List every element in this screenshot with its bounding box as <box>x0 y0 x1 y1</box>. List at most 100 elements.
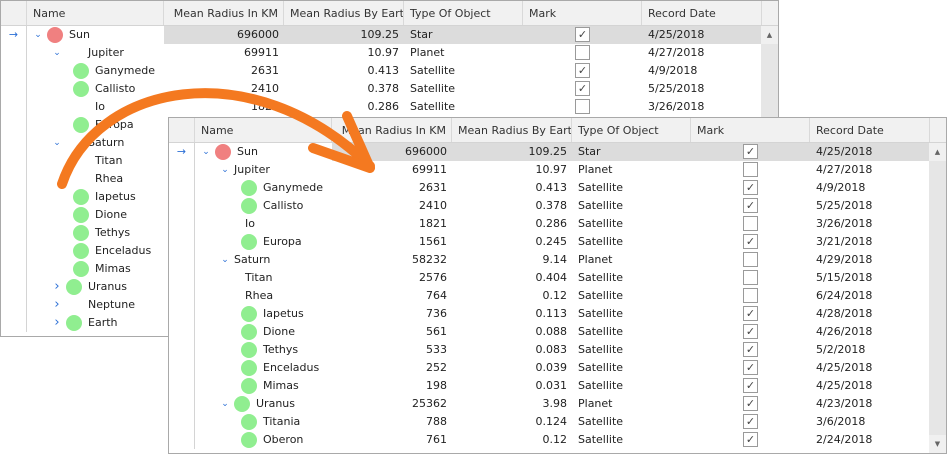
name-cell[interactable]: Titania <box>195 413 332 431</box>
table-row[interactable]: ⌄ Saturn 58232 9.14 Planet 4/29/2018 <box>169 251 946 269</box>
type-cell[interactable]: Satellite <box>572 323 691 341</box>
record-date-cell[interactable]: 4/25/2018 <box>642 26 762 44</box>
scroll-up-icon[interactable]: ▲ <box>761 26 778 44</box>
radius-earth-cell[interactable]: 0.12 <box>452 431 572 449</box>
radius-km-cell[interactable]: 2631 <box>332 179 452 197</box>
radius-km-cell[interactable]: 69911 <box>332 161 452 179</box>
record-date-cell[interactable]: 3/26/2018 <box>642 98 762 116</box>
radius-km-cell[interactable]: 1821 <box>164 98 284 116</box>
radius-km-cell[interactable]: 788 <box>332 413 452 431</box>
mark-checkbox[interactable]: ✓ <box>575 63 590 78</box>
column-header-name[interactable]: Name <box>27 1 164 25</box>
name-cell[interactable]: Dione <box>27 206 164 224</box>
table-row[interactable]: Io 1821 0.286 Satellite 3/26/2018 <box>1 98 778 116</box>
radius-earth-cell[interactable]: 0.031 <box>452 377 572 395</box>
radius-earth-cell[interactable]: 9.14 <box>452 251 572 269</box>
name-cell[interactable]: › Uranus <box>27 278 164 296</box>
radius-earth-cell[interactable]: 109.25 <box>284 26 404 44</box>
type-cell[interactable]: Satellite <box>572 341 691 359</box>
column-header-km[interactable]: Mean Radius In KM <box>332 118 452 142</box>
type-cell[interactable]: Satellite <box>572 179 691 197</box>
radius-earth-cell[interactable]: 0.088 <box>452 323 572 341</box>
table-row[interactable]: Callisto 2410 0.378 Satellite ✓ 5/25/2018 <box>1 80 778 98</box>
type-cell[interactable]: Star <box>404 26 523 44</box>
table-row[interactable]: ⌄ Uranus 25362 3.98 Planet ✓ 4/23/2018 <box>169 395 946 413</box>
radius-earth-cell[interactable]: 0.378 <box>452 197 572 215</box>
radius-earth-cell[interactable]: 0.286 <box>452 215 572 233</box>
record-date-cell[interactable]: 4/27/2018 <box>642 44 762 62</box>
radius-earth-cell[interactable]: 0.12 <box>452 287 572 305</box>
radius-km-cell[interactable]: 252 <box>332 359 452 377</box>
radius-earth-cell[interactable]: 3.98 <box>452 395 572 413</box>
name-cell[interactable]: Rhea <box>195 287 332 305</box>
table-row[interactable]: ⌄ Jupiter 69911 10.97 Planet 4/27/2018 <box>169 161 946 179</box>
radius-km-cell[interactable]: 561 <box>332 323 452 341</box>
record-date-cell[interactable]: 5/15/2018 <box>810 269 930 287</box>
table-row[interactable]: Iapetus 736 0.113 Satellite ✓ 4/28/2018 <box>169 305 946 323</box>
table-row[interactable]: Enceladus 252 0.039 Satellite ✓ 4/25/2018 <box>169 359 946 377</box>
mark-checkbox[interactable]: ✓ <box>575 81 590 96</box>
type-cell[interactable]: Planet <box>572 395 691 413</box>
name-cell[interactable]: ⌄ Jupiter <box>27 44 164 62</box>
chevron-down-icon[interactable]: ⌄ <box>52 44 62 62</box>
record-date-cell[interactable]: 5/2/2018 <box>810 341 930 359</box>
record-date-cell[interactable]: 4/29/2018 <box>810 251 930 269</box>
radius-km-cell[interactable]: 69911 <box>164 44 284 62</box>
column-header-mark[interactable]: Mark <box>691 118 810 142</box>
record-date-cell[interactable]: 4/27/2018 <box>810 161 930 179</box>
column-header-date[interactable]: Record Date <box>642 1 762 25</box>
record-date-cell[interactable]: 3/6/2018 <box>810 413 930 431</box>
chevron-down-icon[interactable]: ⌄ <box>201 143 211 161</box>
type-cell[interactable]: Planet <box>572 161 691 179</box>
mark-checkbox[interactable]: ✓ <box>743 324 758 339</box>
type-cell[interactable]: Satellite <box>572 359 691 377</box>
table-row[interactable]: Rhea 764 0.12 Satellite 6/24/2018 <box>169 287 946 305</box>
radius-km-cell[interactable]: 2631 <box>164 62 284 80</box>
table-row[interactable]: Oberon 761 0.12 Satellite ✓ 2/24/2018 <box>169 431 946 449</box>
radius-km-cell[interactable]: 696000 <box>332 143 452 161</box>
name-cell[interactable]: ⌄ Sun <box>27 26 164 44</box>
name-cell[interactable]: › Neptune <box>27 296 164 314</box>
scroll-up-icon[interactable]: ▲ <box>929 143 946 161</box>
record-date-cell[interactable]: 4/23/2018 <box>810 395 930 413</box>
table-row[interactable]: Io 1821 0.286 Satellite 3/26/2018 <box>169 215 946 233</box>
mark-checkbox[interactable]: ✓ <box>743 432 758 447</box>
chevron-down-icon[interactable]: ⌄ <box>220 251 230 269</box>
name-cell[interactable]: Iapetus <box>27 188 164 206</box>
radius-km-cell[interactable]: 2410 <box>164 80 284 98</box>
name-cell[interactable]: ⌄ Saturn <box>27 134 164 152</box>
type-cell[interactable]: Satellite <box>404 62 523 80</box>
table-row[interactable]: → ⌄ Sun 696000 109.25 Star ✓ 4/25/2018 <box>1 26 778 44</box>
chevron-down-icon[interactable]: ⌄ <box>33 26 43 44</box>
mark-checkbox[interactable]: ✓ <box>743 414 758 429</box>
radius-earth-cell[interactable]: 0.039 <box>452 359 572 377</box>
radius-earth-cell[interactable]: 10.97 <box>284 44 404 62</box>
type-cell[interactable]: Satellite <box>572 197 691 215</box>
name-cell[interactable]: Callisto <box>195 197 332 215</box>
mark-checkbox[interactable] <box>743 288 758 303</box>
type-cell[interactable]: Satellite <box>404 98 523 116</box>
record-date-cell[interactable]: 4/25/2018 <box>810 359 930 377</box>
radius-km-cell[interactable]: 2410 <box>332 197 452 215</box>
table-row[interactable]: Ganymede 2631 0.413 Satellite ✓ 4/9/2018 <box>169 179 946 197</box>
name-cell[interactable]: Enceladus <box>27 242 164 260</box>
name-cell[interactable]: ⌄ Uranus <box>195 395 332 413</box>
type-cell[interactable]: Satellite <box>404 80 523 98</box>
record-date-cell[interactable]: 4/9/2018 <box>810 179 930 197</box>
name-cell[interactable]: Tethys <box>195 341 332 359</box>
record-date-cell[interactable]: 6/24/2018 <box>810 287 930 305</box>
record-date-cell[interactable]: 5/25/2018 <box>642 80 762 98</box>
radius-earth-cell[interactable]: 0.378 <box>284 80 404 98</box>
chevron-right-icon[interactable]: › <box>52 296 62 314</box>
record-date-cell[interactable]: 4/25/2018 <box>810 377 930 395</box>
name-cell[interactable]: Titan <box>195 269 332 287</box>
name-cell[interactable]: ⌄ Saturn <box>195 251 332 269</box>
radius-km-cell[interactable]: 58232 <box>332 251 452 269</box>
radius-km-cell[interactable]: 533 <box>332 341 452 359</box>
type-cell[interactable]: Satellite <box>572 413 691 431</box>
table-row[interactable]: Titania 788 0.124 Satellite ✓ 3/6/2018 <box>169 413 946 431</box>
radius-earth-cell[interactable]: 109.25 <box>452 143 572 161</box>
record-date-cell[interactable]: 4/26/2018 <box>810 323 930 341</box>
name-cell[interactable]: Oberon <box>195 431 332 449</box>
radius-earth-cell[interactable]: 0.286 <box>284 98 404 116</box>
